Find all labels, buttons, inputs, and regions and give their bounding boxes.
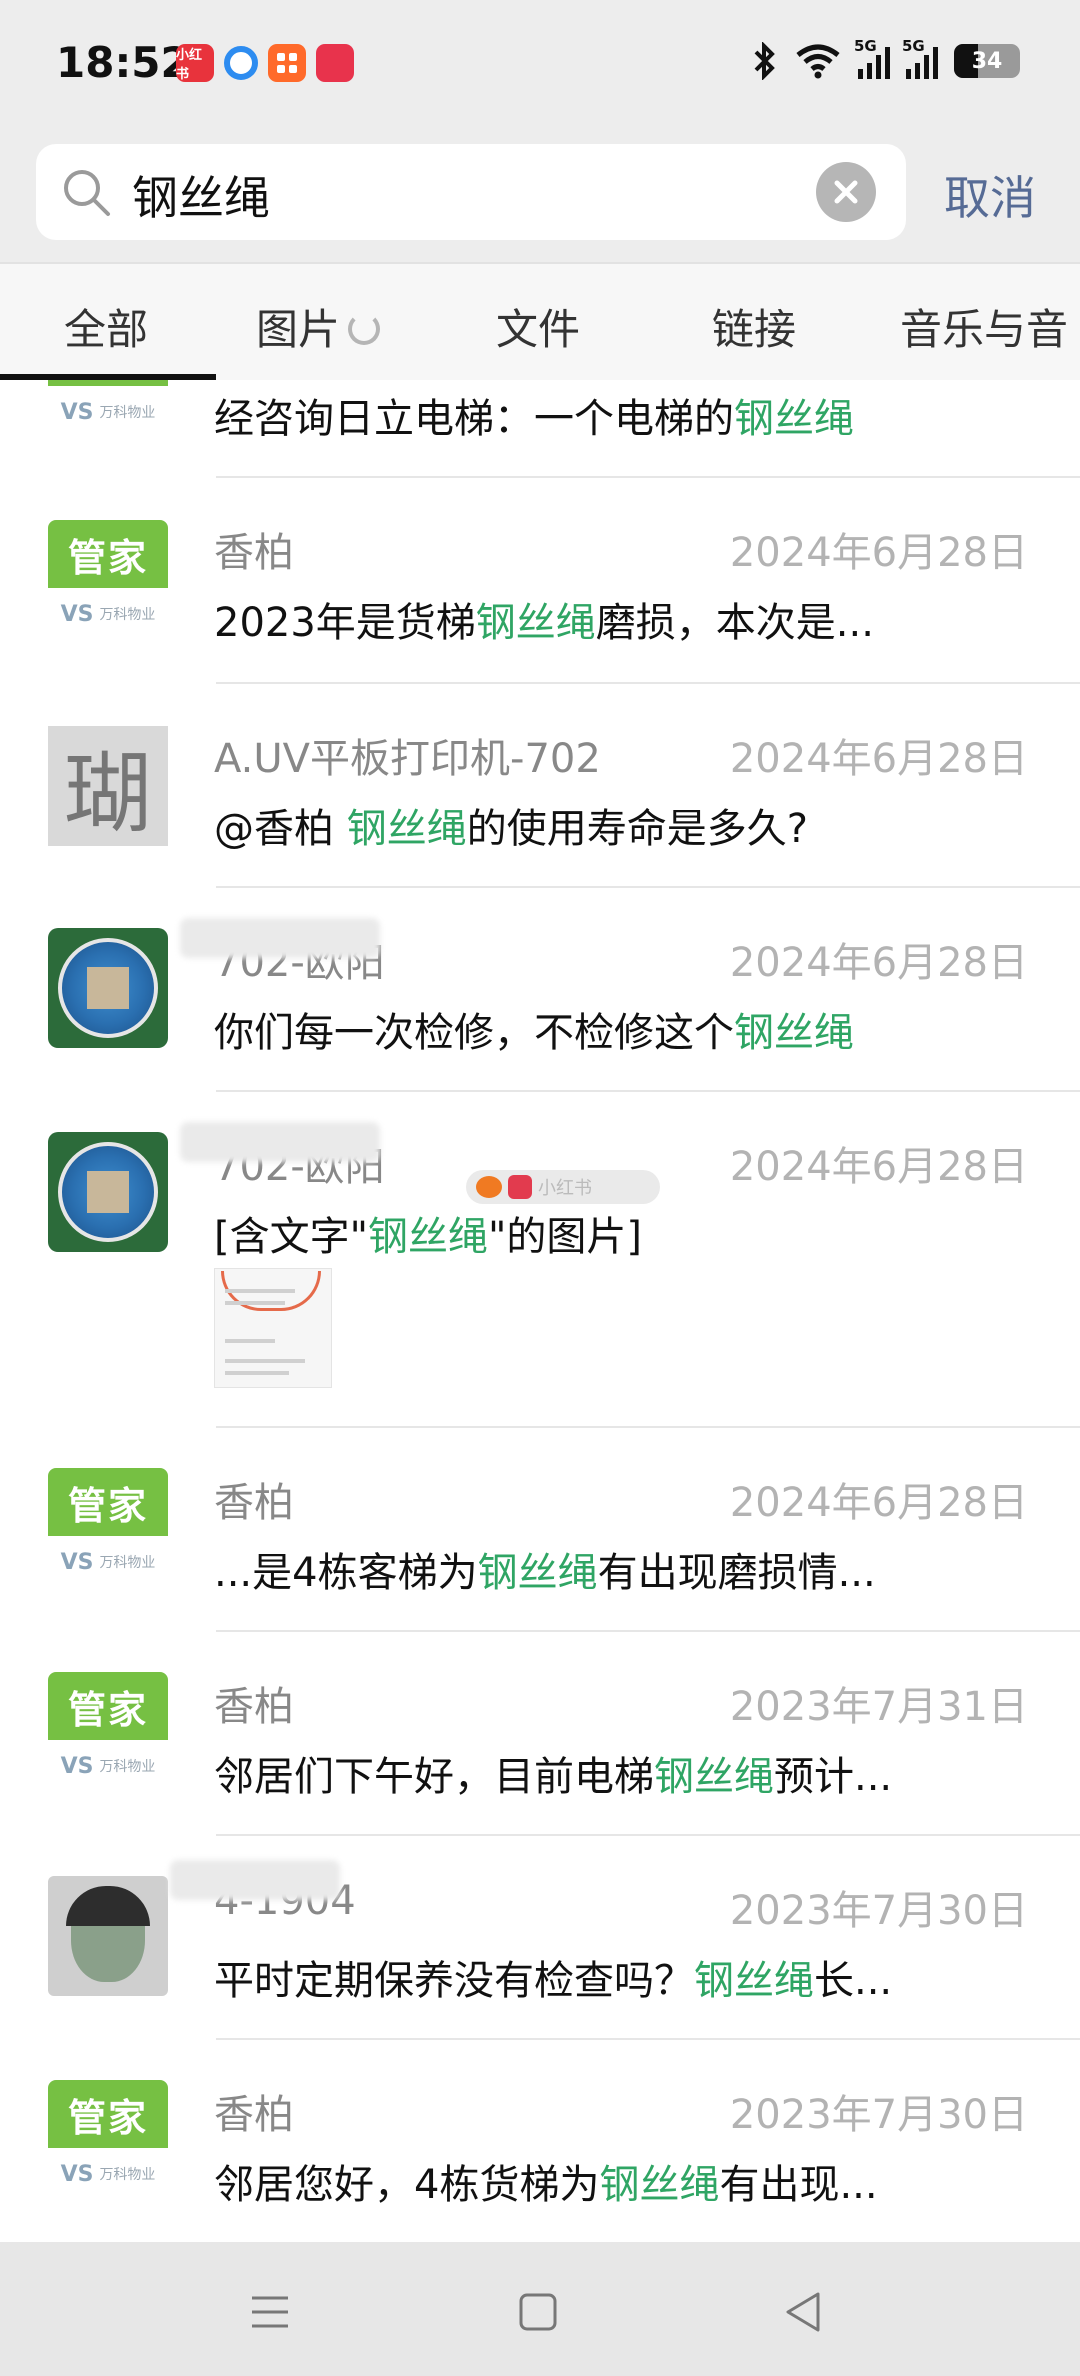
- image-thumbnail[interactable]: [214, 1268, 332, 1388]
- avatar: 管家 VS万科物业: [48, 2080, 168, 2200]
- message-date: 2024年6月28日: [729, 940, 1028, 986]
- avatar: 管家 VS万科物业: [48, 1468, 168, 1588]
- status-indicators: 5G 5G 34: [750, 37, 1020, 80]
- cellular-signal-icon-2: 5G: [902, 37, 938, 79]
- search-icon: [64, 170, 110, 216]
- watermark: 小红书: [466, 1170, 660, 1204]
- sender-name: 香柏: [214, 2092, 294, 2138]
- tab-files[interactable]: 文件: [496, 296, 580, 357]
- message-date: 2023年7月30日: [729, 1888, 1028, 1934]
- taobao-app-icon: [268, 44, 306, 82]
- name-blur-mask: [170, 1860, 340, 1900]
- sender-name: 香柏: [214, 1684, 294, 1730]
- message-date: 2023年7月30日: [729, 2092, 1028, 2138]
- status-bar: 18:52 小红书 5G 5G 34: [0, 0, 1080, 128]
- result-message: [含文字"钢丝绳"的图片]: [214, 1214, 643, 1260]
- status-time: 18:52: [56, 38, 190, 87]
- search-input[interactable]: 钢丝绳: [132, 162, 270, 228]
- menu-icon[interactable]: [240, 2282, 300, 2342]
- tab-music[interactable]: 音乐与音: [900, 296, 1068, 357]
- filter-tabs: 全部 图片 文件 链接 音乐与音: [0, 262, 1080, 380]
- result-item[interactable]: 管家 VS 万科物业 香柏 2024年6月28日 ...是4栋客梯为钢丝绳有出现磨…: [0, 1428, 1080, 1630]
- cellular-signal-icon: 5G: [854, 37, 890, 79]
- avatar: [48, 1876, 168, 1996]
- bluetooth-icon: [754, 42, 775, 80]
- close-icon: [834, 180, 858, 204]
- avatar: 管家 VS万科物业: [48, 1672, 168, 1792]
- result-item[interactable]: 702-欧阳 2024年6月28日 [含文字"钢丝绳"的图片]: [0, 1092, 1080, 1426]
- shop-app-icon: [316, 44, 354, 82]
- result-message: ...是4栋客梯为钢丝绳有出现磨损情...: [214, 1550, 876, 1596]
- message-date: 2024年6月28日: [729, 1480, 1028, 1526]
- result-message: 2023年是货梯钢丝绳磨损，本次是...: [214, 600, 874, 646]
- avatar: 管家 VS万科物业: [48, 380, 168, 438]
- system-nav-bar: [0, 2242, 1080, 2376]
- home-icon[interactable]: [508, 2282, 568, 2342]
- search-results-list: 管家 VS万科物业 经咨询日立电梯：一个电梯的钢丝绳 管家 VS万科物业 香柏 …: [0, 380, 1080, 2242]
- avatar: [48, 928, 168, 1048]
- result-message: @香柏 钢丝绳的使用寿命是多久?: [214, 806, 808, 852]
- tab-links[interactable]: 链接: [712, 296, 796, 357]
- sender-name: A.UV平板打印机-702: [214, 736, 601, 782]
- result-item[interactable]: 管家 VS万科物业 经咨询日立电梯：一个电梯的钢丝绳: [0, 380, 1080, 478]
- message-date: 2024年6月28日: [729, 530, 1028, 576]
- xiaohongshu-app-icon: 小红书: [176, 44, 214, 82]
- notification-app-icons: 小红书: [176, 44, 354, 82]
- result-message: 邻居您好，4栋货梯为钢丝绳有出现...: [214, 2162, 878, 2208]
- result-item[interactable]: 管家 VS 万科物业 香柏 2024年6月28日 2023年是货梯钢丝绳磨损，本次…: [0, 478, 1080, 682]
- cancel-button[interactable]: 取消: [944, 162, 1036, 228]
- avatar: 管家 VS万科物业: [48, 520, 168, 640]
- result-message: 平时定期保养没有检查吗？钢丝绳长...: [214, 1958, 893, 2004]
- result-item[interactable]: 瑚 A.UV平板打印机-702 2024年6月28日 @香柏 钢丝绳的使用寿命是…: [0, 684, 1080, 886]
- sender-name: 香柏: [214, 530, 294, 576]
- name-blur-mask: [180, 918, 380, 958]
- result-message: 邻居们下午好，目前电梯钢丝绳预计...: [214, 1754, 893, 1800]
- loading-spinner-icon: [348, 312, 381, 345]
- result-message: 经咨询日立电梯：一个电梯的钢丝绳: [214, 396, 854, 442]
- message-date: 2024年6月28日: [729, 736, 1028, 782]
- sender-name: 香柏: [214, 1480, 294, 1526]
- wifi-icon: [796, 44, 840, 79]
- result-message: 你们每一次检修，不检修这个钢丝绳: [214, 1010, 854, 1056]
- browser-app-icon: [224, 46, 258, 80]
- result-item[interactable]: 管家 VS 万科物业 香柏 2023年7月31日 邻居们下午好，目前电梯钢丝绳预计…: [0, 1632, 1080, 1834]
- message-date: 2024年6月28日: [729, 1144, 1028, 1190]
- result-item[interactable]: 管家 VS 万科物业 香柏 2023年7月30日 邻居您好，4栋货梯为钢丝绳有出现…: [0, 2040, 1080, 2242]
- battery-icon: 34: [954, 44, 1020, 78]
- back-icon[interactable]: [774, 2282, 834, 2342]
- avatar: [48, 1132, 168, 1252]
- result-item[interactable]: 4-1904 2023年7月30日 平时定期保养没有检查吗？钢丝绳长...: [0, 1836, 1080, 2038]
- result-item[interactable]: 702-欧阳 2024年6月28日 你们每一次检修，不检修这个钢丝绳: [0, 888, 1080, 1090]
- tab-images[interactable]: 图片: [256, 296, 381, 357]
- tab-all[interactable]: 全部: [64, 296, 148, 357]
- search-bar[interactable]: 钢丝绳: [36, 144, 906, 240]
- name-blur-mask: [180, 1122, 380, 1162]
- avatar: 瑚: [48, 726, 168, 846]
- clear-search-button[interactable]: [816, 162, 876, 222]
- message-date: 2023年7月31日: [729, 1684, 1028, 1730]
